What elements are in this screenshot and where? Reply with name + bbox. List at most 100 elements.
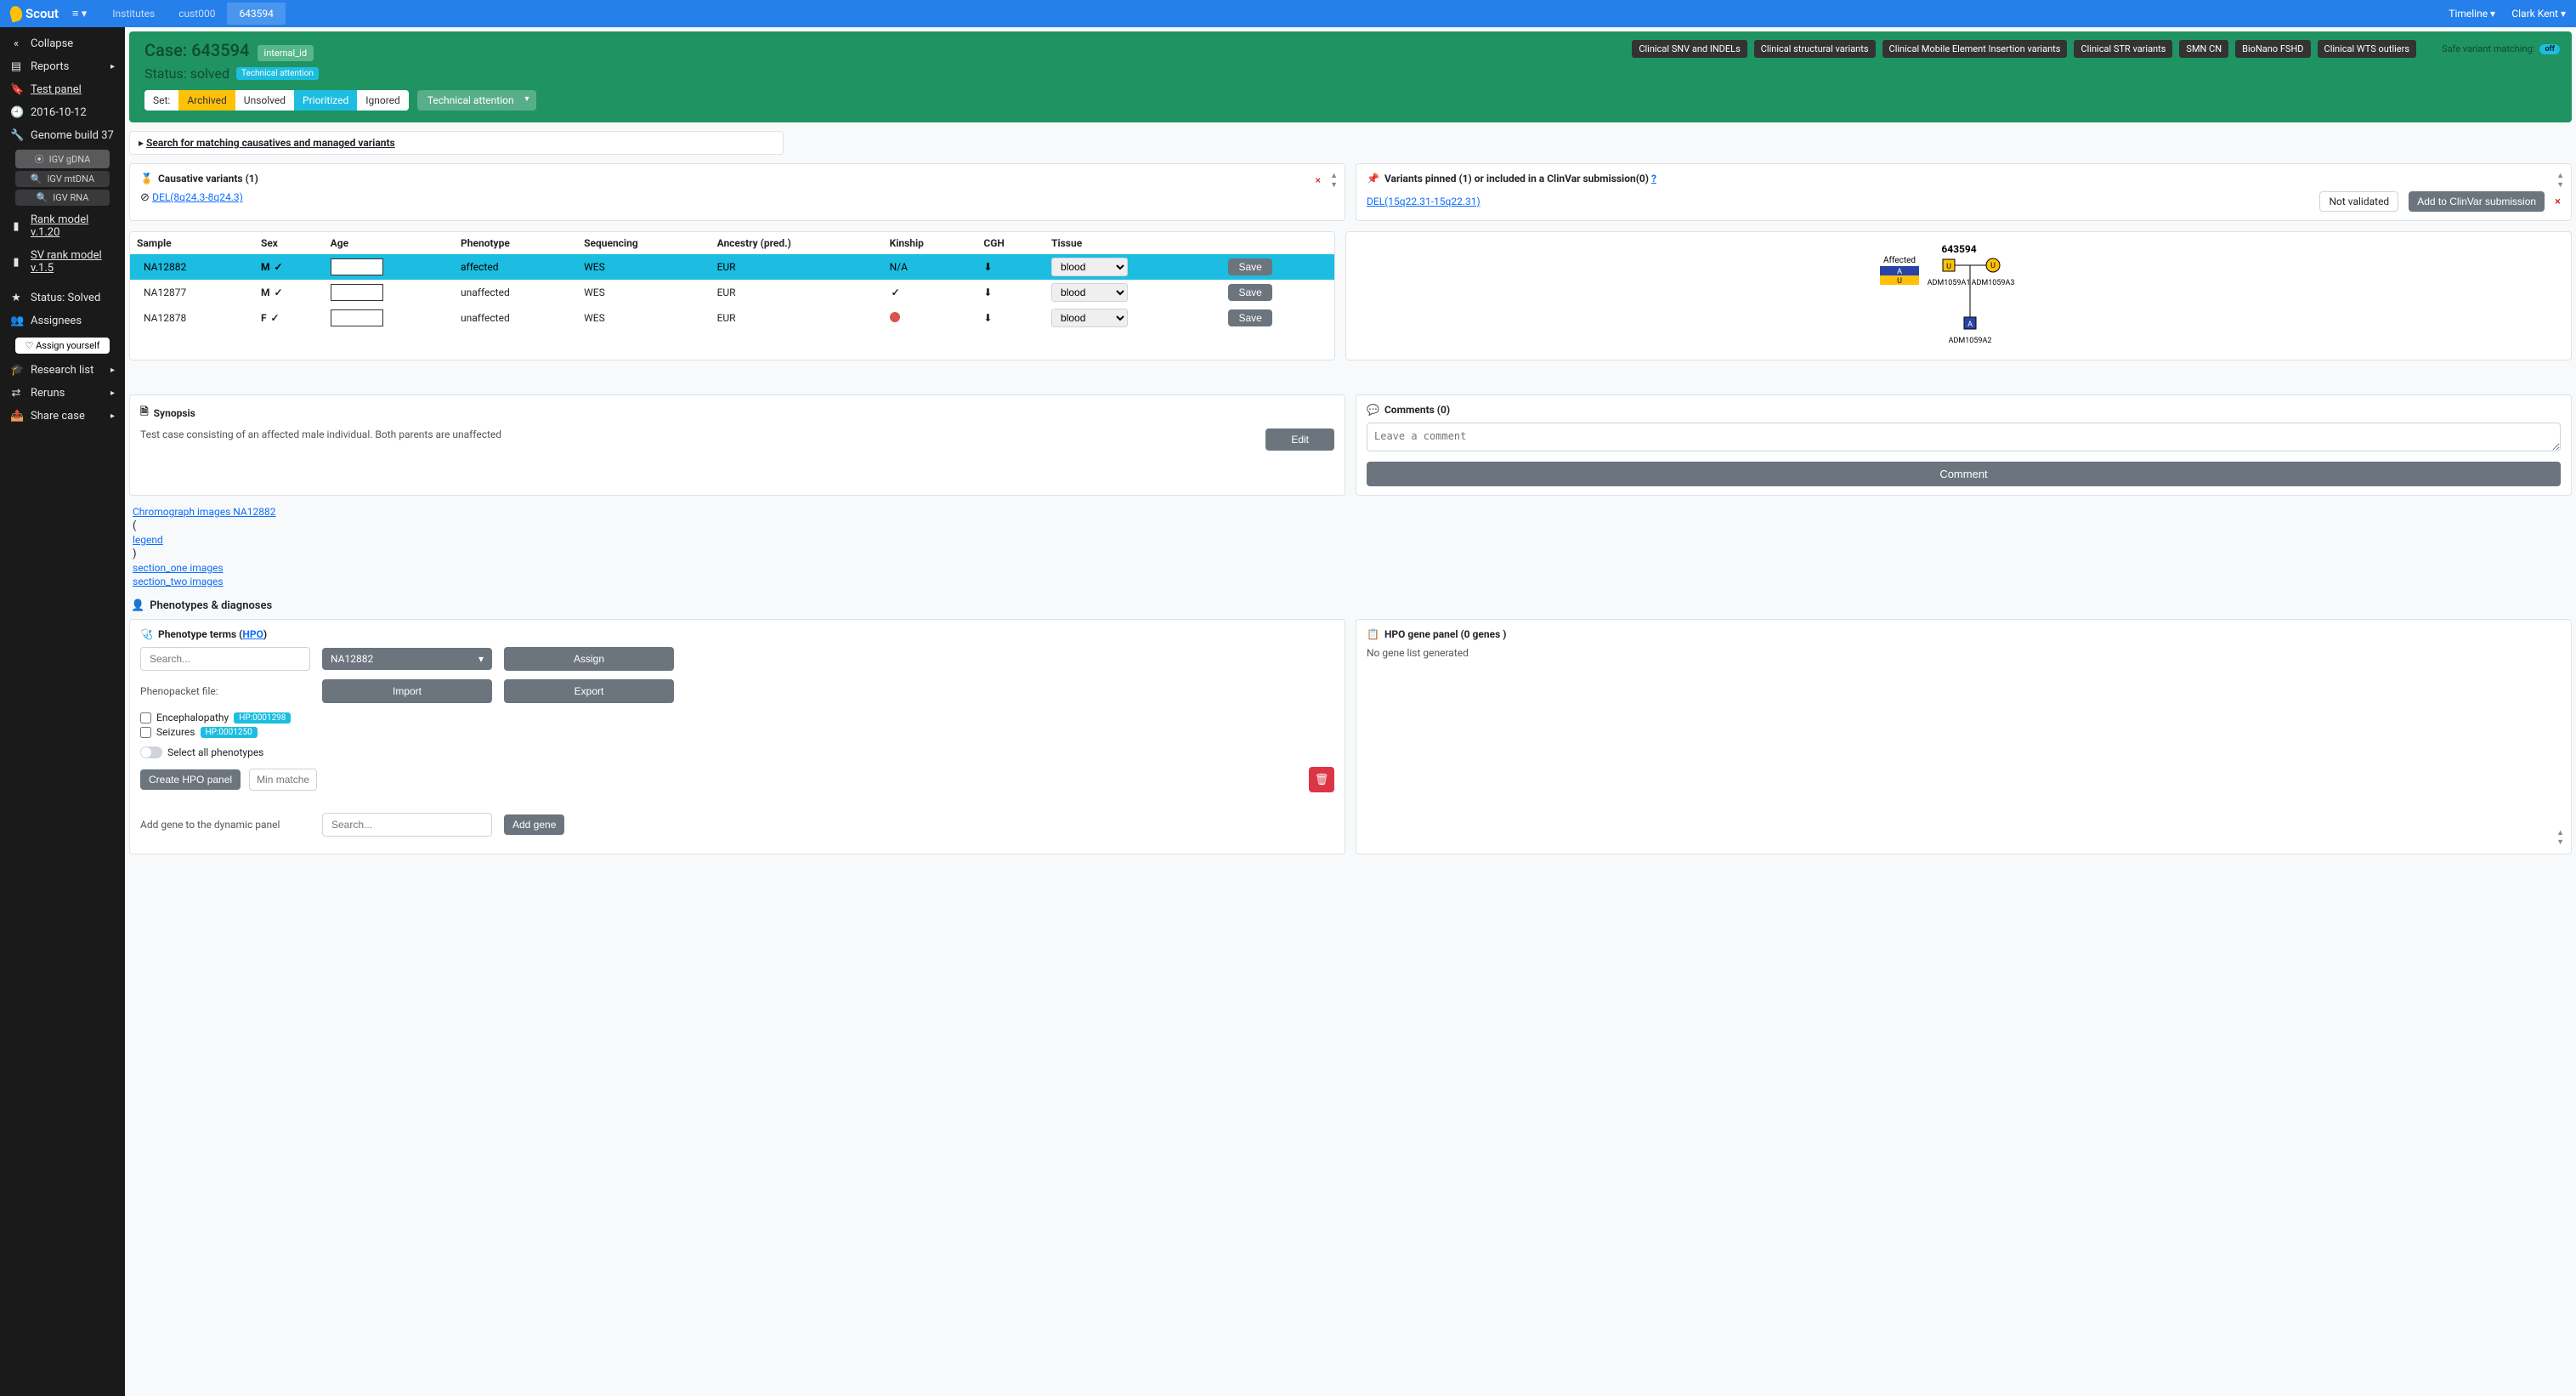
col-phenotype: Phenotype [454, 232, 577, 254]
sample-ancestry: EUR [711, 254, 883, 280]
crumb-institutes[interactable]: Institutes [100, 3, 167, 25]
seg-prioritized[interactable]: Prioritized [294, 90, 357, 111]
seg-ignored[interactable]: Ignored [357, 90, 409, 111]
clin-mei[interactable]: Clinical Mobile Element Insertion varian… [1882, 40, 2068, 58]
assign-button[interactable]: Assign [504, 647, 674, 671]
phenotype-search-input[interactable] [140, 647, 310, 671]
phenotype-name: Seizures [156, 726, 195, 738]
age-input[interactable] [331, 309, 383, 326]
chevron-down-icon: ▾ [478, 653, 484, 665]
tissue-select[interactable]: blood [1051, 283, 1128, 302]
assign-yourself-button[interactable]: ♡ Assign yourself [15, 338, 110, 354]
chromograph-link[interactable]: Chromograph images NA12882 [133, 506, 2572, 518]
sidebar-reruns[interactable]: ⇄Reruns▸ [0, 382, 125, 405]
sidebar-share[interactable]: 📤Share case▸ [0, 405, 125, 428]
tech-attention-dropdown[interactable]: Technical attention [417, 90, 536, 111]
remove-causative-icon[interactable]: × [1316, 174, 1321, 186]
nav-user[interactable]: Clark Kent ▾ [2511, 8, 2566, 20]
min-matches-input[interactable] [249, 769, 317, 791]
tissue-select[interactable]: blood [1051, 309, 1128, 327]
igv-gdna-button[interactable]: ⦿IGV gDNA [15, 150, 110, 168]
crumb-cust[interactable]: cust000 [167, 3, 227, 25]
select-all-toggle[interactable] [140, 746, 162, 758]
create-hpo-panel-button[interactable]: Create HPO panel [140, 769, 241, 790]
svg-text:ADM1059A2: ADM1059A2 [1948, 337, 1991, 345]
save-sample-button[interactable]: Save [1228, 309, 1271, 326]
clin-snv[interactable]: Clinical SNV and INDELs [1632, 40, 1747, 58]
comment-input[interactable] [1367, 423, 2561, 451]
sidebar-panel[interactable]: 🔖Test panel [0, 78, 125, 101]
clin-smn[interactable]: SMN CN [2179, 40, 2228, 58]
sample-sex: M [254, 280, 324, 305]
save-sample-button[interactable]: Save [1228, 284, 1271, 301]
wrench-icon: 🔧 [10, 129, 22, 142]
search-causatives[interactable]: Search for matching causatives and manag… [129, 131, 784, 155]
sidebar-rankmodel[interactable]: ▮Rank model v.1.20 [0, 208, 125, 244]
seg-archived[interactable]: Archived [178, 90, 235, 111]
nav-timeline[interactable]: Timeline ▾ [2449, 8, 2495, 20]
age-input[interactable] [331, 284, 383, 301]
hpo-panel-scroll[interactable]: ▲▼ [2556, 828, 2564, 847]
sidebar-collapse[interactable]: «Collapse [0, 32, 125, 55]
hpo-code-chip[interactable]: HP:0001298 [234, 712, 291, 724]
edit-synopsis-button[interactable]: Edit [1265, 428, 1334, 451]
phenotype-checkbox[interactable] [140, 712, 151, 724]
delete-phenotypes-button[interactable]: 🗑 [1309, 767, 1334, 792]
seg-unsolved[interactable]: Unsolved [235, 90, 294, 111]
tissue-select[interactable]: blood [1051, 258, 1128, 276]
sidebar-reports[interactable]: ▤Reports▸ [0, 55, 125, 78]
clin-sv[interactable]: Clinical structural variants [1754, 40, 1876, 58]
phenotype-card: 🩺Phenotype terms (HPO) NA12882▾ Assign P… [129, 619, 1345, 854]
import-button[interactable]: Import [322, 679, 492, 703]
table-row: NA12882M affectedWESEURN/A⬇bloodSave [130, 254, 1334, 280]
pinned-scroll[interactable]: ▲▼ [2556, 171, 2564, 190]
sample-select[interactable]: NA12882▾ [322, 648, 492, 670]
add-gene-button[interactable]: Add gene [504, 814, 564, 835]
crumb-case[interactable]: 643594 [227, 3, 285, 25]
igv-mtdna-button[interactable]: 🔍IGV mtDNA [15, 171, 110, 187]
legend-link[interactable]: legend [133, 534, 2572, 546]
sample-phenotype: affected [454, 254, 577, 280]
phenotype-checkbox[interactable] [140, 727, 151, 738]
remove-pinned-icon[interactable]: × [2555, 196, 2561, 208]
section1-link[interactable]: section_one images [133, 562, 2572, 574]
pinned-variant-link[interactable]: DEL(15q22.31-15q22.31) [1367, 196, 1480, 207]
igv-rna-button[interactable]: 🔍IGV RNA [15, 190, 110, 206]
clin-wts[interactable]: Clinical WTS outliers [2318, 40, 2417, 58]
sample-phenotype: unaffected [454, 280, 577, 305]
add-clinvar-button[interactable]: Add to ClinVar submission [2409, 191, 2545, 212]
add-gene-search-input[interactable] [322, 813, 492, 837]
save-sample-button[interactable]: Save [1228, 258, 1271, 275]
causative-scroll[interactable]: ▲▼ [1330, 171, 1338, 190]
section2-link[interactable]: section_two images [133, 576, 2572, 587]
clin-str[interactable]: Clinical STR variants [2074, 40, 2172, 58]
causative-variant-link[interactable]: DEL(8q24.3-8q24.3) [152, 191, 243, 203]
export-button[interactable]: Export [504, 679, 674, 703]
share-icon: 📤 [10, 410, 22, 423]
hpo-code-chip[interactable]: HP:0001250 [201, 727, 258, 738]
pinned-card: 📌Variants pinned (1) or included in a Cl… [1356, 163, 2572, 221]
collapse-icon: « [10, 37, 22, 50]
clin-bionano[interactable]: BioNano FSHD [2235, 40, 2310, 58]
col-tissue: Tissue [1045, 232, 1221, 254]
sidebar-status[interactable]: ★Status: Solved [0, 287, 125, 309]
comment-button[interactable]: Comment [1367, 462, 2561, 486]
sidebar-assignees[interactable]: 👥Assignees [0, 309, 125, 332]
age-input[interactable] [331, 258, 383, 275]
sidebar: «Collapse ▤Reports▸ 🔖Test panel 🕘2016-10… [0, 27, 125, 1396]
menu-icon[interactable]: ≡ ▾ [72, 7, 87, 20]
sidebar-svrankmodel[interactable]: ▮SV rank model v.1.5 [0, 244, 125, 280]
download-icon[interactable]: ⬇ [983, 261, 992, 273]
safe-matching-toggle[interactable]: off [2539, 44, 2560, 54]
not-validated-select[interactable]: Not validated [2319, 191, 2398, 212]
download-icon[interactable]: ⬇ [983, 312, 992, 324]
sidebar-build[interactable]: 🔧Genome build 37 [0, 124, 125, 147]
brand[interactable]: Scout [10, 6, 59, 21]
download-icon[interactable]: ⬇ [983, 287, 992, 298]
hpo-panel-empty: No gene list generated [1367, 647, 2561, 659]
hpo-link[interactable]: HPO [242, 628, 263, 640]
status-segment: Set: Archived Unsolved Prioritized Ignor… [144, 90, 409, 111]
sidebar-date[interactable]: 🕘2016-10-12 [0, 101, 125, 124]
pinned-help[interactable]: ? [1651, 173, 1656, 184]
sidebar-research[interactable]: 🎓Research list▸ [0, 359, 125, 382]
